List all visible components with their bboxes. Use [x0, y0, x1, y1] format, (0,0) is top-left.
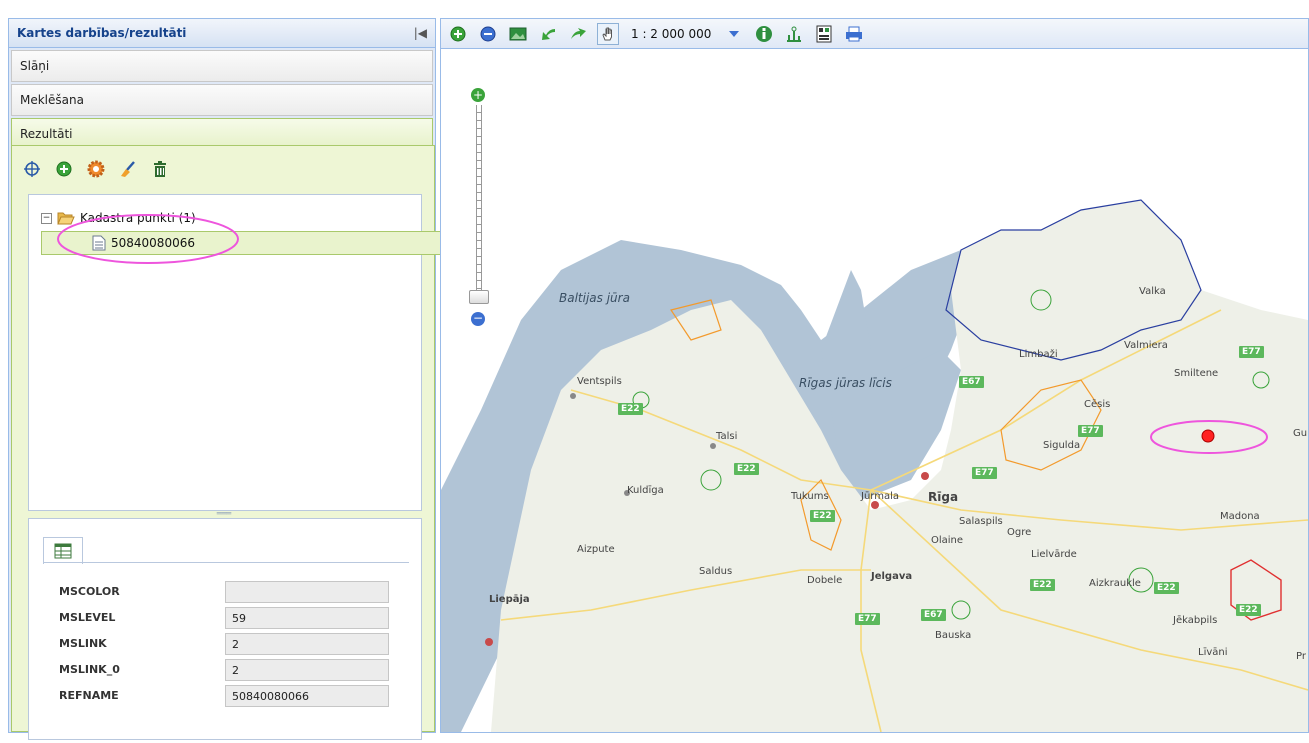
- city-label: Talsi: [716, 431, 738, 442]
- city-label: Valmiera: [1124, 340, 1168, 351]
- city-label: Bauska: [935, 630, 972, 641]
- zoom-in-icon[interactable]: [447, 23, 469, 45]
- city-label: Aizkraukle: [1089, 578, 1141, 589]
- add-icon[interactable]: [54, 159, 74, 179]
- collapse-toggle-icon[interactable]: −: [41, 212, 52, 224]
- attribute-name: MSCOLOR: [59, 585, 120, 598]
- road-label: E22: [618, 403, 643, 415]
- road-label: E77: [1078, 425, 1103, 437]
- attribute-row: MSCOLOR: [59, 581, 399, 605]
- attribute-row: MSLINK 2: [59, 633, 399, 657]
- city-label: Gul: [1293, 428, 1308, 439]
- city-label: Liepāja: [489, 594, 530, 605]
- delete-trash-icon[interactable]: [150, 159, 170, 179]
- coordinates-icon[interactable]: [813, 23, 835, 45]
- attribute-value: 2: [225, 633, 389, 655]
- city-label: Saldus: [699, 566, 733, 577]
- sea-label: Rīgas jūras līcis: [799, 376, 892, 390]
- results-tree: − Kadastra punkti (1) 50840080066: [28, 194, 465, 511]
- table-icon: [54, 543, 72, 559]
- road-label: E22: [734, 463, 759, 475]
- panel-title: Kartes darbības/rezultāti: [17, 26, 187, 40]
- map-canvas[interactable]: + − Baltijas jūra Rīgas jūras līcis Vent…: [441, 50, 1308, 732]
- city-label: Aizpute: [577, 544, 615, 555]
- attribute-value: [225, 581, 389, 603]
- settings-gear-icon[interactable]: [86, 159, 106, 179]
- collapse-panel-icon[interactable]: |◀: [414, 19, 427, 47]
- city-label: Jelgava: [871, 571, 913, 582]
- sea-label: Baltijas jūra: [559, 291, 630, 305]
- section-search[interactable]: Meklēšana: [11, 84, 433, 116]
- pan-hand-icon[interactable]: [597, 22, 619, 45]
- attribute-name: MSLEVEL: [59, 611, 116, 624]
- info-icon[interactable]: [753, 23, 775, 45]
- locate-crosshair-icon[interactable]: [22, 159, 42, 179]
- results-panel: Kartes darbības/rezultāti |◀ Slāņi Meklē…: [8, 18, 465, 740]
- city-label: Sigulda: [1043, 440, 1081, 451]
- city-label: Jēkabpils: [1173, 615, 1218, 626]
- city-label: Smiltene: [1174, 368, 1219, 379]
- city-label: Pr: [1296, 651, 1306, 662]
- scale-selector[interactable]: 1 : 2 000 000: [627, 27, 715, 41]
- zoom-in-icon[interactable]: +: [471, 88, 485, 102]
- city-label: Jūrmala: [861, 491, 899, 502]
- clear-brush-icon[interactable]: [118, 159, 138, 179]
- attribute-value: 2: [225, 659, 389, 681]
- latvia-basemap: [441, 199, 1308, 732]
- forward-arrow-icon[interactable]: [567, 23, 589, 45]
- attribute-row: MSLEVEL 59: [59, 607, 399, 631]
- attribute-value: 59: [225, 607, 389, 629]
- results-body: − Kadastra punkti (1) 50840080066 ═══ MS…: [11, 145, 465, 740]
- map-toolbar: 1 : 2 000 000: [441, 19, 1308, 49]
- panel-header: Kartes darbības/rezultāti |◀: [9, 19, 435, 48]
- city-label: Kuldīga: [627, 485, 664, 496]
- city-label: Dobele: [807, 575, 843, 586]
- city-label: Limbaži: [1019, 349, 1058, 360]
- full-extent-icon[interactable]: [507, 23, 529, 45]
- attribute-name: MSLINK: [59, 637, 107, 650]
- road-label: E22: [1236, 604, 1261, 616]
- city-label: Olaine: [931, 535, 964, 546]
- print-icon[interactable]: [843, 23, 865, 45]
- chevron-down-icon[interactable]: [723, 23, 745, 45]
- section-layers[interactable]: Slāņi: [11, 50, 433, 82]
- city-label: Madona: [1220, 511, 1260, 522]
- attribute-grid: MSCOLOR MSLEVEL 59 MSLINK 2 MSLINK_0 2 R…: [43, 562, 409, 743]
- city-label: Līvāni: [1198, 647, 1228, 658]
- attribute-row: MSLINK_0 2: [59, 659, 399, 683]
- road-label: E77: [1239, 346, 1264, 358]
- map-panel: 1 : 2 000 000 + − Baltijas jūra Rīgas jū…: [440, 18, 1309, 733]
- city-label: Salaspils: [959, 516, 1003, 527]
- attribute-name: MSLINK_0: [59, 663, 120, 676]
- zoom-slider-handle[interactable]: [469, 290, 489, 304]
- zoom-out-icon[interactable]: [477, 23, 499, 45]
- city-label: Ventspils: [577, 376, 622, 387]
- measure-icon[interactable]: [783, 23, 805, 45]
- road-label: E22: [810, 510, 835, 522]
- city-label: Rīga: [928, 490, 959, 504]
- road-label: E77: [855, 613, 880, 625]
- road-label: E22: [1154, 582, 1179, 594]
- attribute-row: REFNAME 50840080066: [59, 685, 399, 709]
- attributes-panel: MSCOLOR MSLEVEL 59 MSLINK 2 MSLINK_0 2 R…: [28, 518, 422, 740]
- results-toolbar: [22, 154, 170, 184]
- road-label: E77: [972, 467, 997, 479]
- back-arrow-icon[interactable]: [537, 23, 559, 45]
- city-label: Tukums: [791, 491, 829, 502]
- attribute-value: 50840080066: [225, 685, 389, 707]
- road-label: E67: [959, 376, 984, 388]
- city-label: Valka: [1139, 286, 1166, 297]
- highlight-ellipse: [57, 214, 239, 264]
- attribute-table-tab[interactable]: [43, 537, 83, 564]
- zoom-slider-track[interactable]: [476, 105, 482, 295]
- road-label: E22: [1030, 579, 1055, 591]
- city-label: Lielvārde: [1031, 549, 1077, 560]
- road-label: E67: [921, 609, 946, 621]
- city-label: Cēsis: [1084, 399, 1111, 410]
- zoom-out-icon[interactable]: −: [471, 312, 485, 326]
- attribute-name: REFNAME: [59, 689, 119, 702]
- city-label: Ogre: [1007, 527, 1032, 538]
